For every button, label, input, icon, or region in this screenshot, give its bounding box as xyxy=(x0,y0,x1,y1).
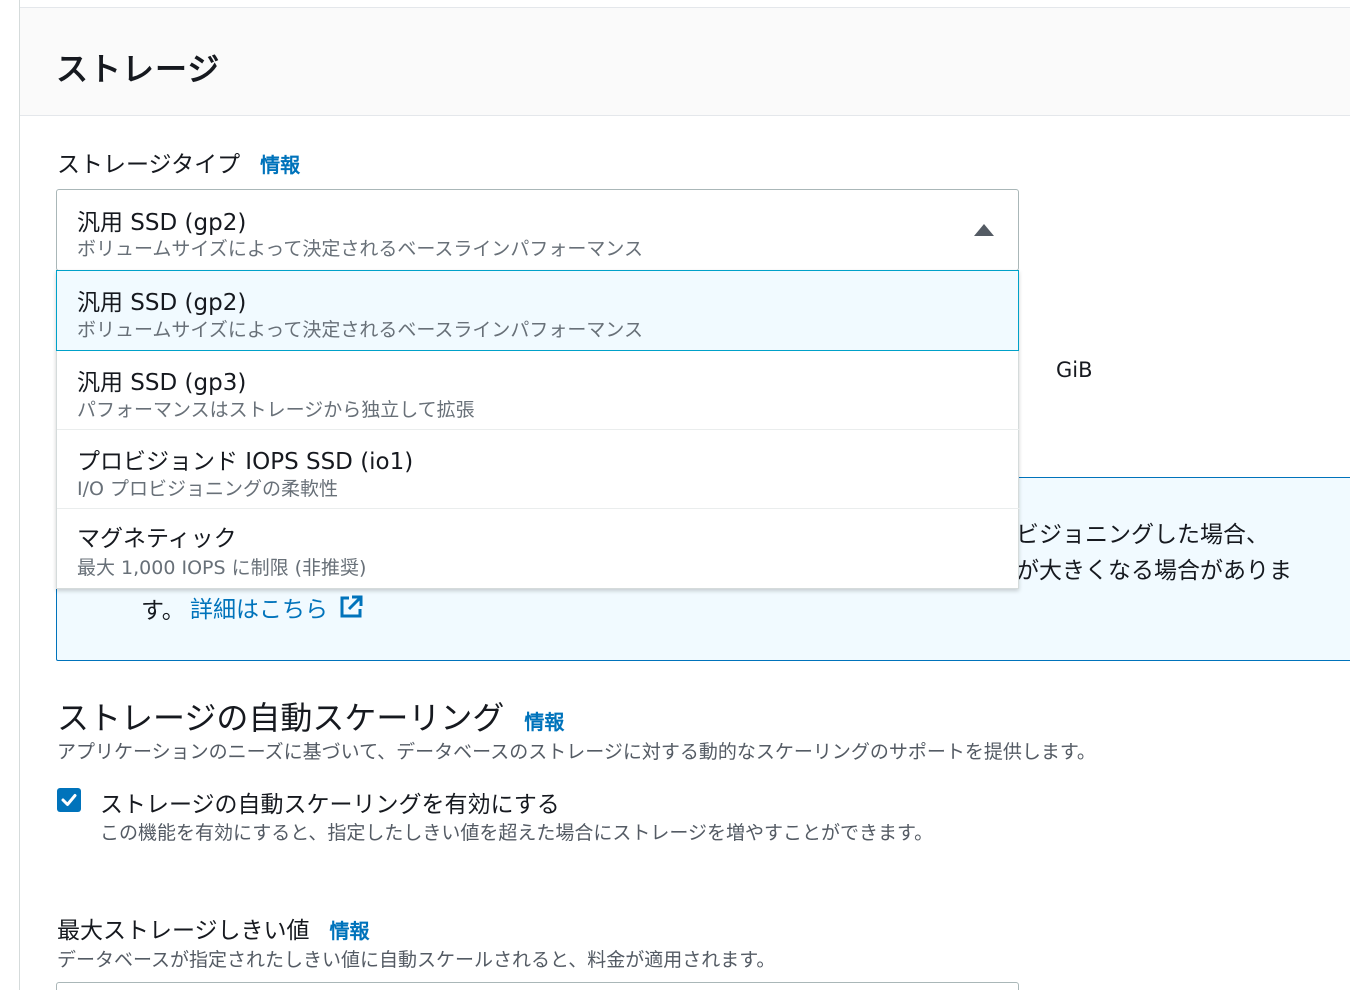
autoscaling-description: アプリケーションのニーズに基づいて、データベースのストレージに対する動的なスケー… xyxy=(57,741,1096,763)
storage-type-dropdown: 汎用 SSD (gp2) ボリュームサイズによって決定されるベースラインパフォー… xyxy=(56,270,1020,589)
caret-up-icon xyxy=(974,224,994,236)
alert-text-line2: が大きくなる場合がありま xyxy=(1016,558,1292,584)
panel-title: ストレージ xyxy=(56,50,221,88)
autoscaling-info-link[interactable]: 情報 xyxy=(524,706,564,735)
autoscaling-checkbox-label[interactable]: ストレージの自動スケーリングを有効にする xyxy=(100,785,560,819)
autoscaling-checkbox[interactable] xyxy=(57,788,81,812)
alert-text-line3: す。 xyxy=(141,598,185,624)
max-threshold-description: データベースが指定されたしきい値に自動スケールされると、料金が適用されます。 xyxy=(57,949,776,971)
option-description: I/O プロビジョニングの柔軟性 xyxy=(77,478,339,500)
option-title: 汎用 SSD (gp2) xyxy=(77,290,247,316)
dropdown-option-gp2[interactable]: 汎用 SSD (gp2) ボリュームサイズによって決定されるベースラインパフォー… xyxy=(56,270,1019,351)
max-threshold-info-link[interactable]: 情報 xyxy=(330,915,370,944)
storage-type-label: ストレージタイプ xyxy=(57,152,241,178)
storage-type-info-link[interactable]: 情報 xyxy=(260,149,300,178)
external-link-icon xyxy=(340,595,363,618)
autoscaling-heading: ストレージの自動スケーリング xyxy=(57,699,505,737)
option-title: 汎用 SSD (gp3) xyxy=(77,370,247,396)
selected-option-description: ボリュームサイズによって決定されるベースラインパフォーマンス xyxy=(77,238,644,260)
option-description: パフォーマンスはストレージから独立して拡張 xyxy=(77,399,475,421)
dropdown-option-gp3[interactable]: 汎用 SSD (gp3) パフォーマンスはストレージから独立して拡張 xyxy=(57,351,1020,430)
option-title: マグネティック xyxy=(77,526,237,552)
check-icon xyxy=(61,794,77,806)
selected-option-title: 汎用 SSD (gp2) xyxy=(77,210,247,236)
learn-more-link[interactable]: 詳細はこちら xyxy=(190,590,364,624)
max-threshold-label-row: 最大ストレージしきい値 情報 xyxy=(57,911,370,945)
alert-text-line1: ビジョニングした場合、 xyxy=(1016,522,1269,548)
storage-settings-page: ストレージ ストレージタイプ 情報 汎用 SSD (gp2) ボリュームサイズに… xyxy=(0,0,1350,990)
left-divider xyxy=(19,0,20,990)
dropdown-option-magnetic[interactable]: マグネティック 最大 1,000 IOPS に制限 (非推奨) xyxy=(57,509,1020,588)
max-threshold-label: 最大ストレージしきい値 xyxy=(57,918,310,944)
autoscaling-checkbox-description: この機能を有効にすると、指定したしきい値を超えた場合にストレージを増やすことがで… xyxy=(100,822,934,844)
storage-type-label-row: ストレージタイプ 情報 xyxy=(57,145,300,179)
learn-more-link-text: 詳細はこちら xyxy=(190,597,328,623)
autoscaling-heading-row: ストレージの自動スケーリング 情報 xyxy=(57,693,564,739)
option-description: ボリュームサイズによって決定されるベースラインパフォーマンス xyxy=(77,319,644,341)
option-description: 最大 1,000 IOPS に制限 (非推奨) xyxy=(77,557,367,579)
panel-header: ストレージ xyxy=(20,7,1350,116)
max-threshold-input[interactable] xyxy=(56,982,1019,990)
storage-unit-label: GiB xyxy=(1056,358,1093,382)
storage-type-select[interactable]: 汎用 SSD (gp2) ボリュームサイズによって決定されるベースラインパフォー… xyxy=(56,189,1019,271)
dropdown-option-io1[interactable]: プロビジョンド IOPS SSD (io1) I/O プロビジョニングの柔軟性 xyxy=(57,430,1020,509)
option-title: プロビジョンド IOPS SSD (io1) xyxy=(77,449,414,475)
